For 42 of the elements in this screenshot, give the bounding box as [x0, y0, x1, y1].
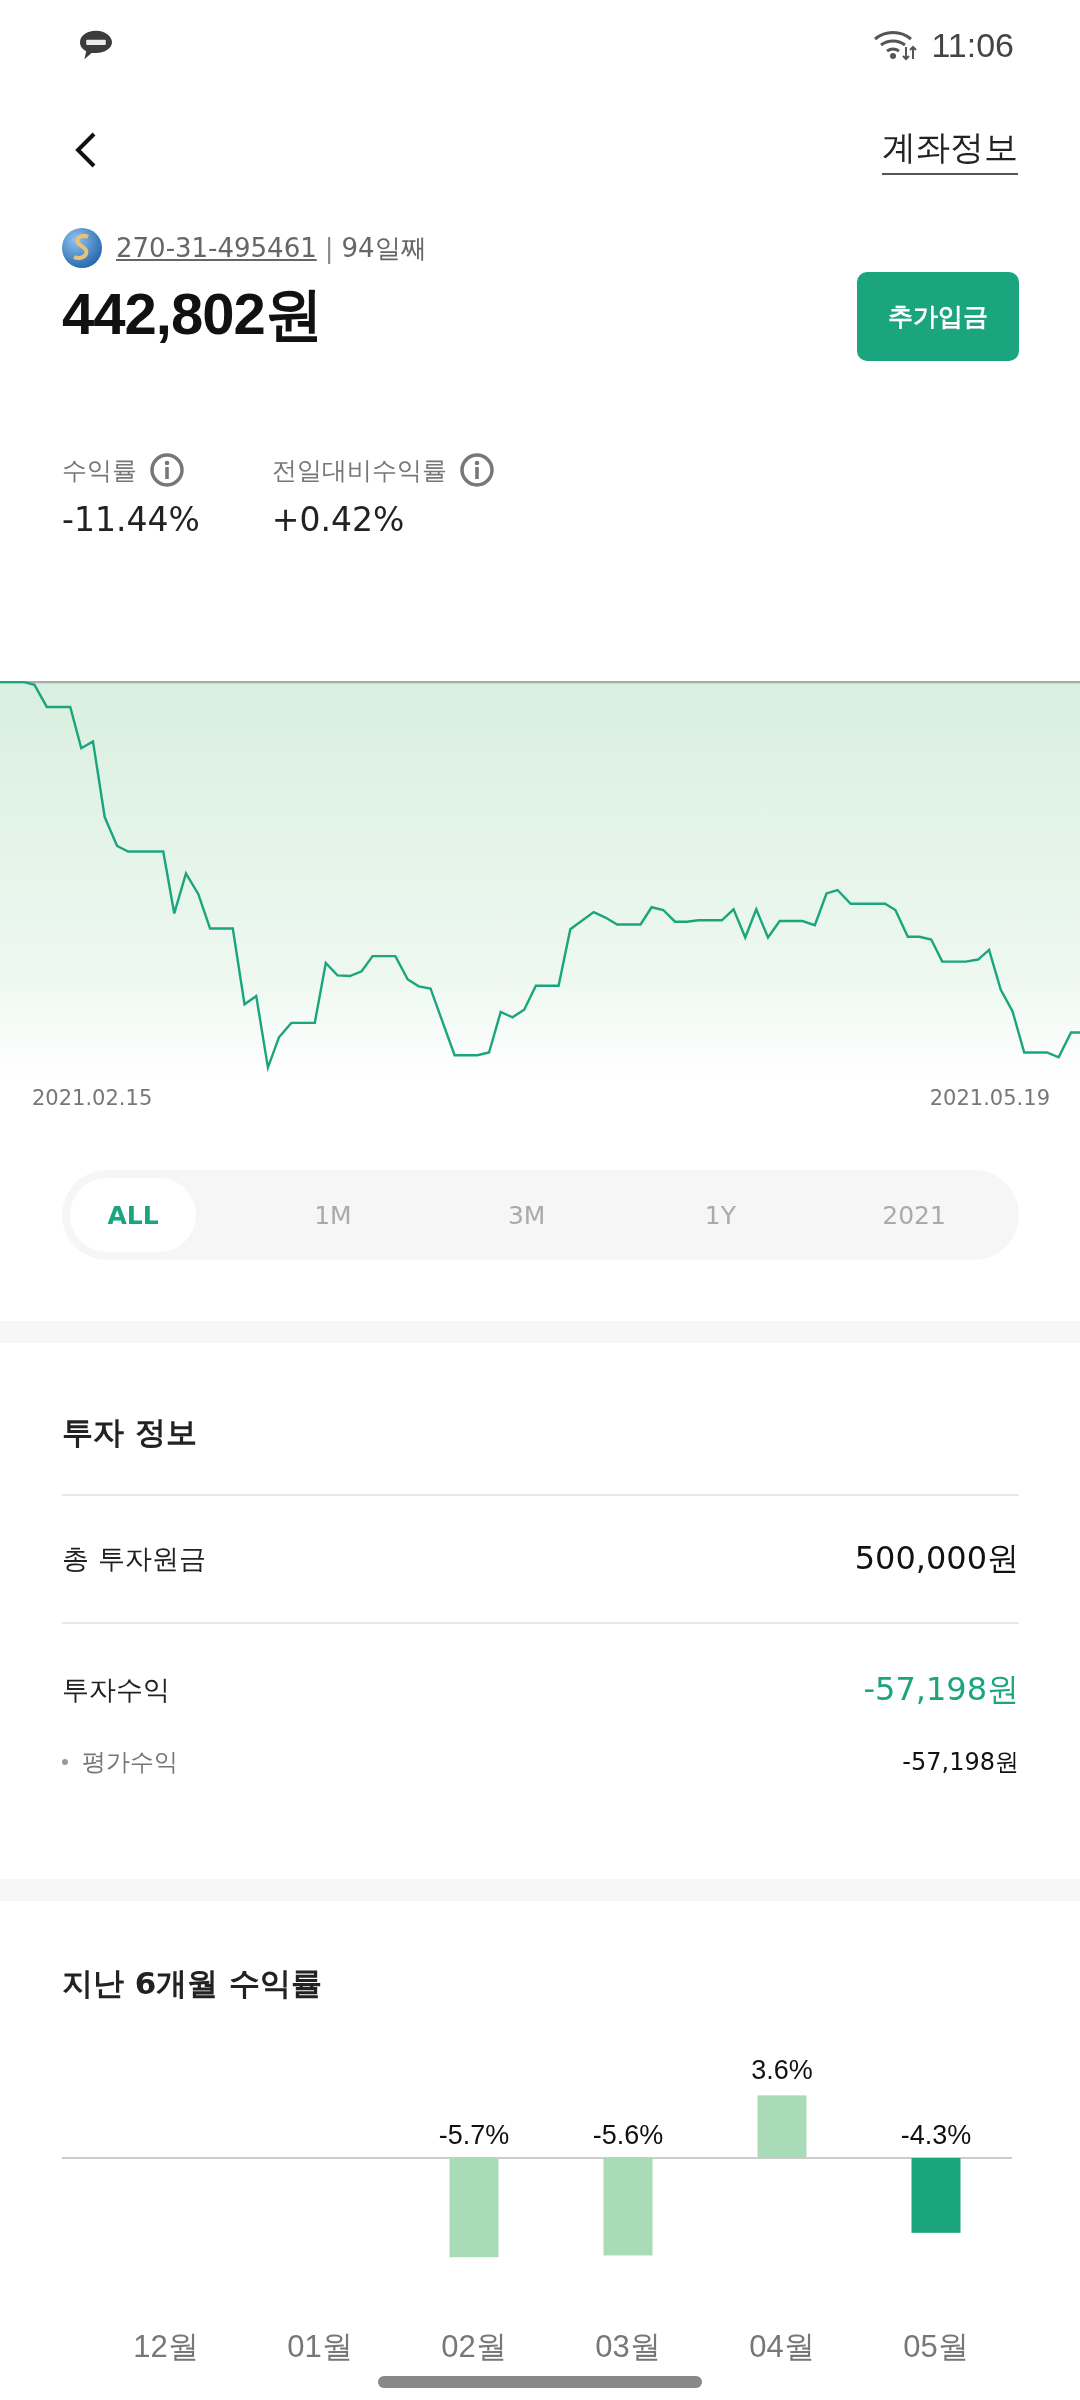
- start-date: 2021.02.15: [32, 1086, 153, 1112]
- row-value: -57,198원: [863, 1669, 1019, 1710]
- end-date: 2021.05.19: [929, 1086, 1050, 1112]
- value-label: 3.6%: [751, 2055, 813, 2086]
- metric-label: 수익률: [62, 454, 137, 487]
- info-icon[interactable]: [149, 452, 185, 488]
- row-value: -57,198원: [902, 1747, 1019, 1778]
- talk-icon: [78, 29, 114, 61]
- info-icon[interactable]: [458, 452, 495, 488]
- account-info-link[interactable]: 계좌정보: [882, 125, 1018, 175]
- back-icon[interactable]: [74, 130, 98, 170]
- balance-amount: 442,802원: [62, 280, 323, 348]
- period-tab[interactable]: ALL: [70, 1178, 196, 1252]
- month-label: 01월: [287, 2329, 353, 2362]
- deposit-button[interactable]: 추가입금: [857, 272, 1019, 361]
- period-tab[interactable]: 1Y: [623, 1178, 818, 1252]
- value-label: -5.6%: [592, 2120, 664, 2150]
- metric-value: +0.42%: [271, 500, 406, 539]
- month-label: 02월: [441, 2329, 507, 2362]
- month-label: 04월: [749, 2329, 815, 2362]
- period-tab[interactable]: 2021: [817, 1178, 1011, 1252]
- days-count: 94일째: [341, 231, 427, 265]
- metric-value: -11.44%: [62, 500, 200, 539]
- period-tab[interactable]: 1M: [236, 1178, 430, 1252]
- account-number-link[interactable]: 270-31-495461: [116, 233, 317, 263]
- month-label: 03월: [595, 2329, 661, 2362]
- row-label: 투자수익: [62, 1673, 170, 1707]
- row-label: 평가수익: [62, 1746, 178, 1778]
- metric-label: 전일대비수익률: [271, 454, 447, 487]
- status-time: 11:06: [931, 25, 1014, 65]
- month-label: 05월: [903, 2329, 969, 2362]
- row-label: 총 투자원금: [62, 1542, 206, 1576]
- separator: |: [324, 233, 334, 263]
- row-value: 500,000원: [854, 1538, 1019, 1579]
- section-title: 지난 6개월 수익률: [61, 1964, 324, 2003]
- period-tab[interactable]: 3M: [429, 1178, 624, 1252]
- bank-logo-icon: [62, 228, 102, 268]
- month-label: 12월: [133, 2329, 199, 2362]
- value-label: -5.7%: [438, 2120, 510, 2150]
- section-title: 투자 정보: [62, 1412, 1019, 1496]
- value-label: -4.3%: [900, 2120, 972, 2150]
- wifi-icon: [873, 29, 918, 61]
